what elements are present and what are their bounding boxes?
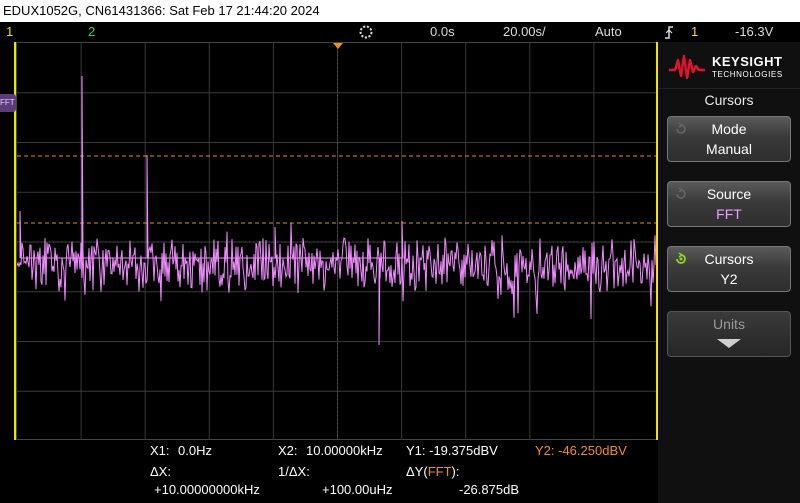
- inv-delta-x-label: 1/ΔX:: [278, 464, 310, 479]
- x1-label: X1:: [150, 443, 170, 458]
- y1-readout: Y1: -19.375dBV: [406, 443, 498, 458]
- softkey-panel: KEYSIGHT TECHNOLOGIES Cursors Mode Manua…: [658, 42, 800, 503]
- y2-readout: Y2: -46.250dBV: [535, 443, 627, 458]
- delta-y-label: ΔY(FFT):: [406, 464, 460, 479]
- mode-value: Manual: [706, 141, 752, 157]
- down-arrow-icon: [717, 339, 741, 348]
- channel-1-indicator[interactable]: 1: [6, 22, 13, 42]
- inv-delta-x-value: +100.00uHz: [322, 482, 393, 497]
- trigger-level[interactable]: -16.3V: [735, 22, 773, 42]
- source-value: FFT: [716, 206, 742, 222]
- delta-y-value: -26.875dB: [459, 482, 519, 497]
- x1-value: 0.0Hz: [178, 443, 212, 458]
- logo-brand: KEYSIGHT: [712, 54, 783, 69]
- time-scale[interactable]: 20.00s/: [503, 22, 546, 42]
- units-label: Units: [713, 316, 745, 332]
- trigger-mode[interactable]: Auto: [595, 22, 622, 42]
- logo-sub: TECHNOLOGIES: [712, 70, 783, 79]
- status-bar: 1 2 0.0s 20.00s/ Auto 1 -16.3V: [0, 22, 800, 42]
- rotate-knob-icon: [676, 187, 686, 199]
- keysight-logo: KEYSIGHT TECHNOLOGIES: [668, 50, 792, 80]
- waveform-display[interactable]: [16, 42, 659, 441]
- mode-softkey[interactable]: Mode Manual: [667, 116, 791, 162]
- rotate-knob-icon: [676, 122, 686, 134]
- source-softkey[interactable]: Source FFT: [667, 181, 791, 227]
- fft-reference-marker: FFT: [0, 94, 16, 112]
- window-title: EDUX1052G, CN61431366: Sat Feb 17 21:44:…: [0, 0, 800, 22]
- cursor-readout: X1: 0.0Hz X2: 10.00000kHz Y1: -19.375dBV…: [0, 440, 658, 503]
- x2-label: X2:: [278, 443, 298, 458]
- cursors-softkey[interactable]: Cursors Y2: [667, 246, 791, 292]
- trigger-channel[interactable]: 1: [691, 22, 698, 42]
- time-offset[interactable]: 0.0s: [430, 22, 455, 42]
- rotate-knob-active-icon: [676, 252, 686, 264]
- trigger-position-marker: [333, 43, 343, 49]
- graticule: [16, 43, 659, 441]
- delta-x-label: ΔX:: [150, 464, 171, 479]
- delta-x-value: +10.00000000kHz: [154, 482, 260, 497]
- x2-value: 10.00000kHz: [306, 443, 383, 458]
- fft-spikes: [19, 75, 404, 346]
- menu-title: Cursors: [658, 88, 800, 111]
- cursors-value: Y2: [720, 271, 738, 287]
- units-softkey[interactable]: Units: [667, 311, 791, 357]
- channel-2-indicator[interactable]: 2: [88, 22, 95, 42]
